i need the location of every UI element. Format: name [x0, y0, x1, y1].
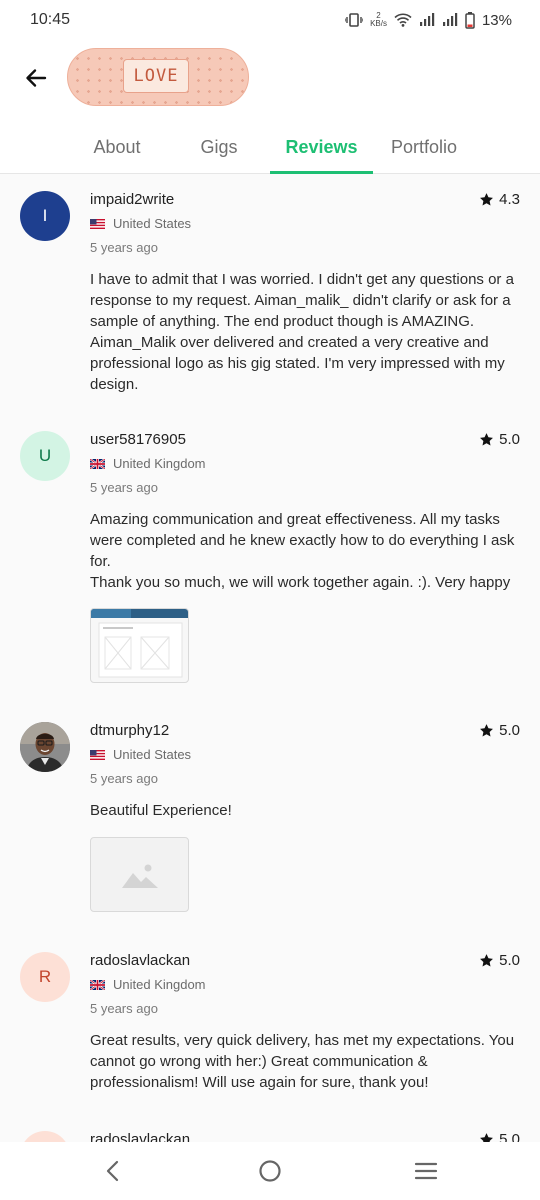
review-attachment-image[interactable]: [90, 608, 189, 683]
rating-value: 5.0: [499, 952, 520, 969]
review-time: 5 years ago: [90, 240, 158, 255]
review-attachment-image[interactable]: [90, 837, 189, 912]
attachment-thumbnail: [91, 609, 188, 678]
uk-flag-icon: [90, 979, 105, 990]
avatar[interactable]: [20, 722, 70, 772]
profile-tabs: About Gigs Reviews Portfolio: [0, 120, 540, 174]
review-time: 5 years ago: [90, 771, 158, 786]
country-name: United States: [113, 216, 192, 231]
review-text: Great results, very quick delivery, has …: [90, 1032, 515, 1091]
reviewer-name[interactable]: user58176905: [90, 431, 186, 448]
signal-icon: [419, 13, 435, 26]
tab-gigs[interactable]: Gigs: [168, 120, 270, 174]
image-placeholder-icon: [121, 864, 158, 888]
star-icon: [480, 433, 494, 446]
user-photo-avatar: [20, 722, 70, 772]
us-flag-icon: [90, 218, 105, 229]
circle-home-icon: [259, 1160, 281, 1182]
signal-icon-2: [442, 13, 458, 26]
review-text: I have to admit that I was worried. I di…: [90, 271, 514, 393]
country-name: United Kingdom: [113, 977, 206, 992]
status-icons: 2 KB/s 13%: [345, 11, 512, 29]
rating: 4.3: [479, 191, 520, 208]
star-icon: [480, 724, 494, 737]
wifi-icon: [394, 13, 412, 27]
back-button[interactable]: [20, 62, 52, 94]
nav-back-button[interactable]: [98, 1156, 128, 1186]
data-speed: 2 KB/s: [370, 11, 387, 28]
tab-portfolio[interactable]: Portfolio: [373, 120, 475, 174]
menu-lines-icon: [414, 1162, 438, 1180]
reviewer-country: United States: [90, 747, 191, 762]
review-time: 5 years ago: [90, 480, 158, 495]
status-bar: 10:45 2 KB/s 13%: [0, 0, 540, 40]
review-text-line: Amazing communication and great effectiv…: [90, 511, 515, 570]
star-icon: [480, 954, 494, 967]
review-time: 5 years ago: [90, 1001, 158, 1016]
sticker-pad: LOVE: [123, 59, 189, 93]
review-text: Beautiful Experience!: [90, 802, 232, 819]
battery-icon: [465, 11, 475, 29]
rating: 5.0: [479, 952, 520, 969]
nav-recents-button[interactable]: [411, 1156, 441, 1186]
arrow-left-icon: [26, 69, 47, 87]
love-sticker: LOVE: [67, 48, 249, 106]
reviewer-name[interactable]: impaid2write: [90, 191, 174, 208]
uk-flag-icon: [90, 458, 105, 469]
reviewer-name[interactable]: radoslavlackan: [90, 952, 190, 969]
country-name: United Kingdom: [113, 456, 206, 471]
sticker-text: LOVE: [133, 66, 179, 86]
nav-home-button[interactable]: [255, 1156, 285, 1186]
rating: 5.0: [479, 722, 520, 739]
avatar[interactable]: I: [20, 191, 70, 241]
us-flag-icon: [90, 749, 105, 760]
battery-percent: 13%: [481, 11, 512, 29]
status-time: 10:45: [30, 11, 71, 28]
reviewer-country: United Kingdom: [90, 456, 206, 471]
rating-value: 4.3: [499, 191, 520, 208]
triangle-back-icon: [106, 1160, 119, 1182]
avatar[interactable]: R: [20, 952, 70, 1002]
rating: 5.0: [479, 431, 520, 448]
rating-value: 5.0: [499, 722, 520, 739]
tab-reviews[interactable]: Reviews: [270, 120, 373, 174]
country-name: United States: [113, 747, 192, 762]
star-icon: [480, 193, 494, 206]
review-text: Amazing communication and great effectiv…: [90, 509, 520, 593]
tab-indicator: [270, 171, 373, 174]
rating-value: 5.0: [499, 431, 520, 448]
system-nav-bar: [0, 1142, 540, 1200]
tab-about[interactable]: About: [66, 120, 168, 174]
reviewer-country: United States: [90, 216, 191, 231]
reviewer-name[interactable]: dtmurphy12: [90, 722, 169, 739]
reviewer-country: United Kingdom: [90, 977, 206, 992]
avatar[interactable]: U: [20, 431, 70, 481]
vibrate-icon: [345, 13, 364, 27]
review-text-line: Thank you so much, we will work together…: [90, 574, 511, 591]
app-bar: LOVE: [0, 40, 540, 120]
